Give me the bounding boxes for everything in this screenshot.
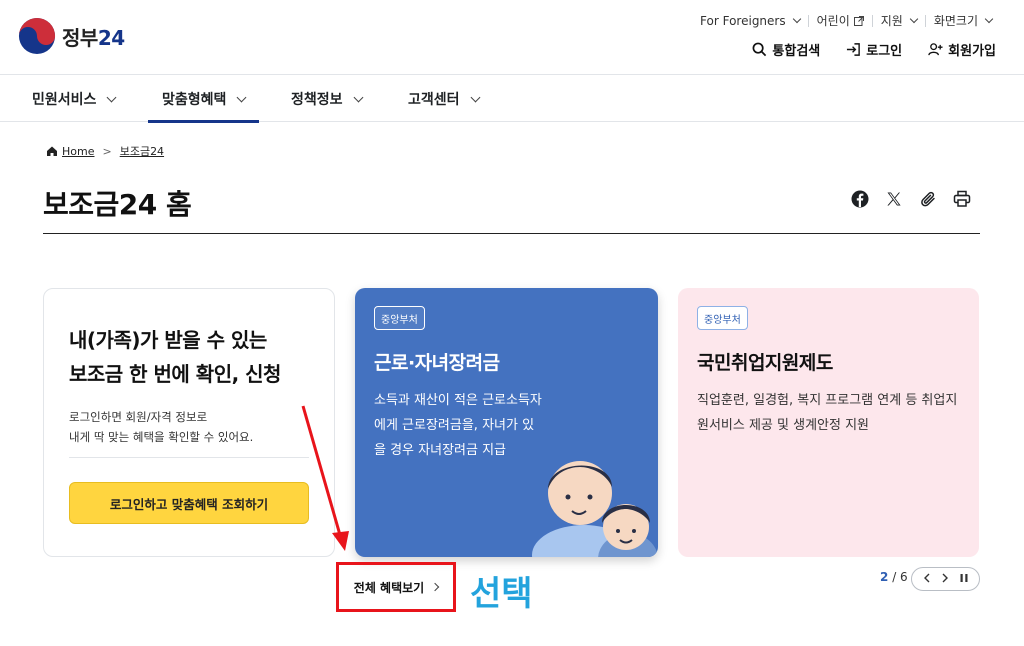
facebook-icon (851, 190, 869, 208)
chevron-right-icon (430, 582, 440, 592)
account-menu: 통합검색 로그인 회원가입 (752, 40, 996, 59)
pause-slide-button[interactable] (957, 573, 971, 586)
page-title: 보조금24 홈 (43, 188, 192, 221)
chevron-right-icon (942, 573, 949, 582)
signup-button[interactable]: 회원가입 (928, 40, 996, 59)
breadcrumb-home-link[interactable]: Home (62, 145, 94, 158)
chevron-down-icon (353, 92, 363, 102)
home-icon (47, 146, 57, 156)
slide-page-indicator: 2 / 6 (880, 570, 908, 584)
pause-icon (960, 573, 968, 582)
view-all-benefits-link[interactable]: 전체 혜택보기 (336, 562, 456, 612)
chevron-left-icon (924, 573, 930, 582)
paperclip-icon (920, 191, 935, 206)
benefit-card-employment-support[interactable]: 중앙부처 국민취업지원제도 직업훈련, 일경험, 복지 프로그램 연계 등 취업… (678, 288, 979, 557)
login-button[interactable]: 로그인 (846, 40, 902, 59)
nav-item-customer-center[interactable]: 고객센터 (408, 75, 480, 122)
integrated-search-button[interactable]: 통합검색 (752, 40, 820, 59)
breadcrumb: Home > 보조금24 (46, 143, 164, 159)
annotation-select-label: 선택 (470, 574, 533, 614)
search-icon (752, 42, 767, 57)
benefit-card-description: 소득과 재산이 적은 근로소득자에게 근로장려금을, 자녀가 있을 경우 자녀장… (374, 393, 542, 458)
prev-slide-button[interactable] (920, 573, 934, 586)
divider (807, 14, 809, 27)
chevron-down-icon (470, 92, 480, 102)
next-slide-button[interactable] (938, 573, 952, 586)
divider (69, 457, 309, 458)
parent-child-illustration (532, 461, 658, 557)
screen-size-menu[interactable]: 화면크기 (934, 12, 994, 29)
chevron-down-icon (106, 92, 117, 102)
printer-icon (953, 190, 971, 207)
benefit-card-description: 직업훈련, 일경험, 복지 프로그램 연계 등 취업지원서비스 제공 및 생계안… (697, 393, 958, 433)
login-card-description: 로그인하면 회원/자격 정보로 내게 딱 맞는 혜택을 확인할 수 있어요. (69, 410, 254, 444)
x-share-button[interactable] (884, 189, 904, 209)
login-benefit-card: 내(가족)가 받을 수 있는 보조금 한 번에 확인, 신청 로그인하면 회원/… (43, 288, 335, 557)
nav-item-custom-benefits[interactable]: 맞춤형혜택 (148, 75, 260, 123)
logo-text: 정부24 (62, 25, 125, 50)
nav-item-policy-info[interactable]: 정책정보 (291, 75, 363, 122)
facebook-share-button[interactable] (850, 189, 870, 209)
support-menu[interactable]: 지원 (881, 12, 919, 29)
utility-menu: For Foreigners 어린이 지원 화면크기 (700, 12, 994, 29)
title-divider (43, 233, 980, 234)
ministry-badge: 중앙부처 (697, 306, 748, 330)
add-user-icon (928, 43, 943, 56)
kids-link[interactable]: 어린이 (817, 12, 864, 29)
main-navigation: 민원서비스 맞춤형혜택 정책정보 고객센터 (0, 74, 1024, 123)
breadcrumb-current[interactable]: 보조금24 (120, 143, 164, 159)
breadcrumb-separator-icon: > (102, 144, 112, 158)
share-tools (850, 189, 972, 209)
gov24-logo[interactable]: 정부24 (18, 17, 125, 55)
chevron-down-icon (984, 14, 994, 24)
benefit-card-earned-income[interactable]: 중앙부처 근로·자녀장려금 소득과 재산이 적은 근로소득자에게 근로장려금을,… (355, 288, 658, 557)
copy-link-button[interactable] (918, 189, 938, 209)
divider (924, 14, 926, 27)
divider (871, 14, 873, 27)
nav-item-civil-service[interactable]: 민원서비스 (32, 75, 117, 122)
for-foreigners-link[interactable]: For Foreigners (700, 14, 801, 28)
chevron-down-icon (236, 92, 247, 102)
x-twitter-icon (887, 192, 901, 206)
login-icon (847, 43, 861, 56)
taegeuk-logo-icon (18, 17, 56, 55)
benefit-card-title: 국민취업지원제도 (697, 352, 833, 374)
print-button[interactable] (952, 189, 972, 209)
login-card-heading: 내(가족)가 받을 수 있는 보조금 한 번에 확인, 신청 (69, 328, 281, 386)
chevron-down-icon (792, 14, 801, 24)
benefit-card-title: 근로·자녀장려금 (374, 352, 500, 374)
login-and-check-benefits-button[interactable]: 로그인하고 맞춤혜택 조회하기 (69, 482, 309, 524)
slide-controls (911, 567, 980, 591)
chevron-down-icon (909, 14, 919, 24)
external-link-icon (853, 15, 864, 26)
ministry-badge: 중앙부처 (374, 306, 425, 330)
